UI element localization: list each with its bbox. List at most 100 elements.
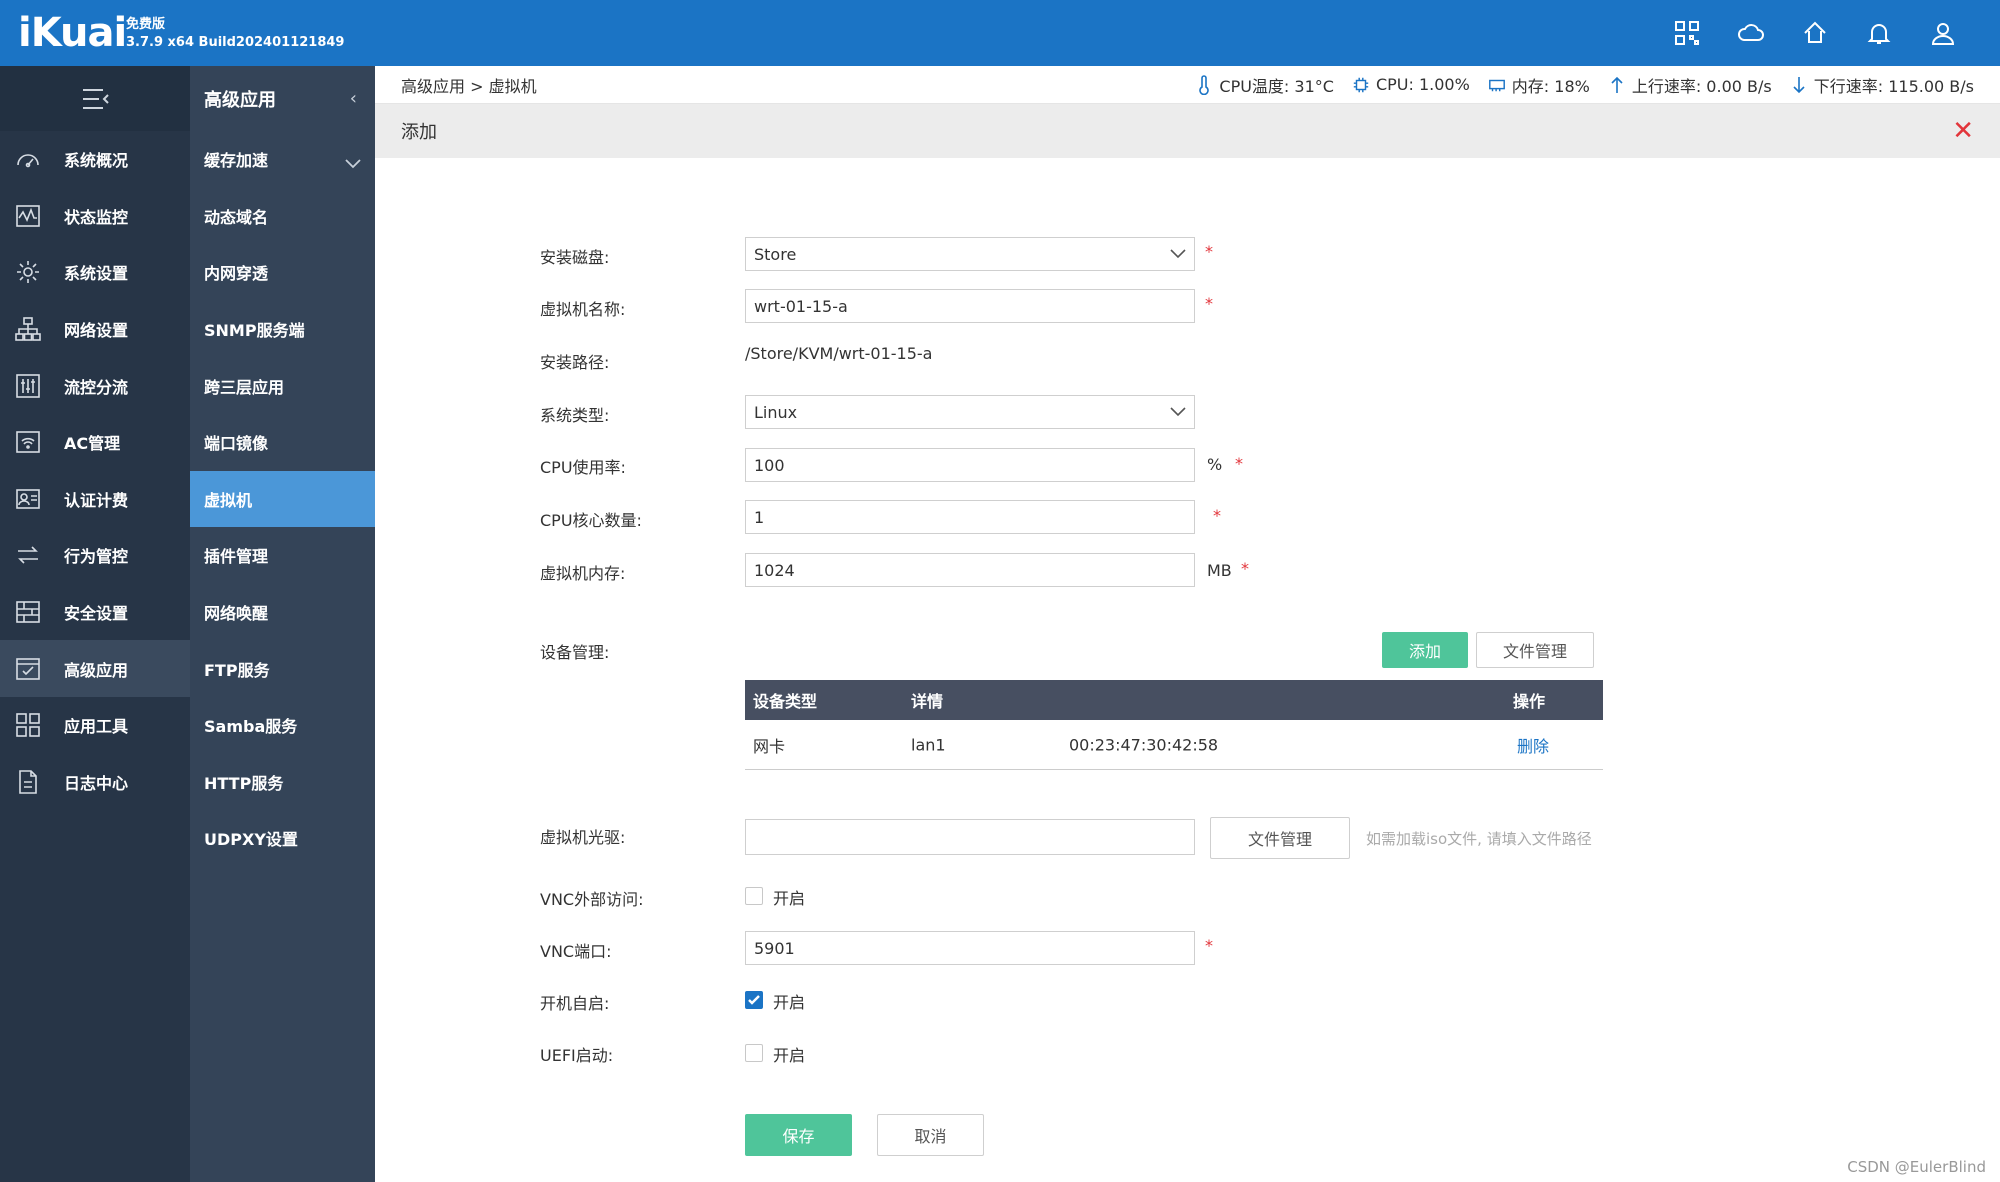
- cdrom-file-management-button[interactable]: 文件管理: [1210, 817, 1350, 859]
- required-mark: *: [1213, 506, 1221, 525]
- edition-info: 免费版 3.7.9 x64 Build202401121849: [126, 16, 344, 52]
- submenu-item-label: 动态域名: [204, 207, 269, 227]
- required-mark: *: [1205, 936, 1213, 955]
- vnc-external-label: VNC外部访问:: [540, 890, 644, 909]
- sidebar-item-monitor[interactable]: 状态监控: [0, 188, 190, 245]
- log-icon: [14, 768, 42, 796]
- submenu-item-port-mirror[interactable]: 端口镜像: [190, 414, 375, 471]
- submenu-item-vm[interactable]: 虚拟机: [190, 470, 375, 528]
- vnc-port-label: VNC端口:: [540, 942, 612, 961]
- vnc-external-option: 开启: [773, 889, 806, 908]
- delete-device-link[interactable]: 删除: [1517, 733, 1549, 757]
- sidebar-item-overview[interactable]: 系统概况: [0, 131, 190, 188]
- vm-memory-input[interactable]: 1024: [745, 553, 1195, 587]
- submenu-item-label: FTP服务: [204, 660, 270, 680]
- bell-icon[interactable]: [1862, 16, 1896, 50]
- add-device-button[interactable]: 添加: [1382, 632, 1468, 668]
- sidebar-item-logs[interactable]: 日志中心: [0, 754, 190, 811]
- submenu-item-cache[interactable]: 缓存加速: [190, 131, 375, 188]
- submenu-item-label: 端口镜像: [204, 434, 269, 454]
- uefi-checkbox[interactable]: [745, 1044, 763, 1062]
- apps-icon: [14, 711, 42, 739]
- required-mark: *: [1205, 242, 1213, 261]
- os-type-select[interactable]: Linux: [745, 395, 1195, 429]
- vm-memory-label: 虚拟机内存:: [540, 564, 626, 583]
- top-icons: [1670, 16, 1960, 50]
- vnc-external-checkbox[interactable]: [745, 887, 763, 905]
- submenu-item-ftp[interactable]: FTP服务: [190, 640, 375, 697]
- sidebar-item-ac[interactable]: AC管理: [0, 414, 190, 471]
- submenu-item-label: 虚拟机: [204, 490, 253, 510]
- cpu-usage-value: 100: [754, 455, 785, 475]
- arrows-icon: [14, 541, 42, 569]
- required-mark: *: [1241, 559, 1249, 578]
- submenu-item-label: 网络唤醒: [204, 604, 269, 624]
- vnc-port-input[interactable]: 5901: [745, 931, 1195, 965]
- panel-title: 添加: [401, 122, 437, 143]
- cpu-usage-input[interactable]: 100: [745, 448, 1195, 482]
- submenu-item-ddns[interactable]: 动态域名: [190, 188, 375, 245]
- cpu-cores-input[interactable]: 1: [745, 500, 1195, 534]
- install-path-value: /Store/KVM/wrt-01-15-a: [745, 344, 933, 363]
- main-sidebar: 系统概况 状态监控 系统设置 网络设置 流控分流 AC管理 认证计费 行为管控 …: [0, 66, 190, 1182]
- home-icon[interactable]: [1798, 16, 1832, 50]
- cloud-icon[interactable]: [1734, 16, 1768, 50]
- close-icon[interactable]: ✕: [1952, 118, 1974, 144]
- chevron-left-icon[interactable]: ‹: [350, 88, 357, 109]
- device-detail-cell: lan1: [911, 735, 946, 754]
- sidebar-item-network[interactable]: 网络设置: [0, 301, 190, 358]
- sidebar-item-advanced[interactable]: 高级应用: [0, 640, 190, 697]
- ikuai-logo[interactable]: iKuai: [18, 10, 127, 56]
- id-card-icon: [14, 485, 42, 513]
- submenu-item-wol[interactable]: 网络唤醒: [190, 584, 375, 641]
- submenu-item-l3[interactable]: 跨三层应用: [190, 357, 375, 414]
- download-text: 下行速率: 115.00 B/s: [1813, 76, 1974, 96]
- sidebar-item-security[interactable]: 安全设置: [0, 584, 190, 641]
- check-board-icon: [14, 655, 42, 683]
- os-type-label: 系统类型:: [540, 406, 610, 425]
- sidebar-item-tools[interactable]: 应用工具: [0, 697, 190, 754]
- menu-collapse-toggle[interactable]: [0, 66, 190, 131]
- save-button[interactable]: 保存: [745, 1114, 852, 1156]
- memory-icon: [1488, 79, 1505, 91]
- cancel-button[interactable]: 取消: [877, 1114, 984, 1156]
- dashboard-icon: [14, 145, 42, 173]
- upload-text: 上行速率: 0.00 B/s: [1631, 76, 1772, 96]
- disk-select[interactable]: Store: [745, 237, 1195, 271]
- submenu-item-snmp[interactable]: SNMP服务端: [190, 301, 375, 358]
- sliders-icon: [14, 372, 42, 400]
- memory-unit: MB: [1207, 561, 1232, 580]
- col-device-type: 设备类型: [753, 692, 818, 711]
- vm-name-input[interactable]: wrt-01-15-a: [745, 289, 1195, 323]
- menu-collapse-icon: [83, 88, 109, 109]
- submenu-item-udpxy[interactable]: UDPXY设置: [190, 810, 375, 867]
- file-management-button[interactable]: 文件管理: [1476, 632, 1594, 668]
- sidebar-item-label: AC管理: [64, 434, 121, 454]
- sidebar-item-auth[interactable]: 认证计费: [0, 471, 190, 528]
- submenu-item-plugins[interactable]: 插件管理: [190, 527, 375, 584]
- gear-icon: [14, 258, 42, 286]
- autostart-checkbox[interactable]: [745, 991, 763, 1009]
- sidebar-item-system-settings[interactable]: 系统设置: [0, 244, 190, 301]
- cpu-usage-label: CPU使用率:: [540, 458, 626, 477]
- panel-header: 添加 ✕: [375, 104, 2000, 158]
- firewall-icon: [14, 598, 42, 626]
- qrcode-icon[interactable]: [1670, 16, 1704, 50]
- cpu-text: CPU: 1.00%: [1375, 75, 1470, 94]
- cdrom-input[interactable]: [745, 819, 1195, 855]
- sidebar-item-label: 高级应用: [64, 660, 129, 680]
- sidebar-item-behavior[interactable]: 行为管控: [0, 527, 190, 584]
- user-icon[interactable]: [1926, 16, 1960, 50]
- submenu-item-label: 缓存加速: [204, 151, 269, 171]
- submenu-item-samba[interactable]: Samba服务: [190, 697, 375, 754]
- sidebar-item-flow-control[interactable]: 流控分流: [0, 357, 190, 414]
- sub-sidebar: 高级应用 ‹ 缓存加速 动态域名 内网穿透 SNMP服务端 跨三层应用 端口镜像…: [190, 66, 375, 1182]
- sidebar-item-label: 应用工具: [64, 717, 129, 737]
- submenu-item-nat-traversal[interactable]: 内网穿透: [190, 244, 375, 301]
- upload-stat: 上行速率: 0.00 B/s: [1608, 73, 1772, 97]
- monitor-icon: [14, 202, 42, 230]
- submenu-item-http[interactable]: HTTP服务: [190, 754, 375, 811]
- install-path-label: 安装路径:: [540, 353, 610, 372]
- vm-name-value: wrt-01-15-a: [754, 296, 848, 316]
- sidebar-item-label: 流控分流: [64, 377, 129, 397]
